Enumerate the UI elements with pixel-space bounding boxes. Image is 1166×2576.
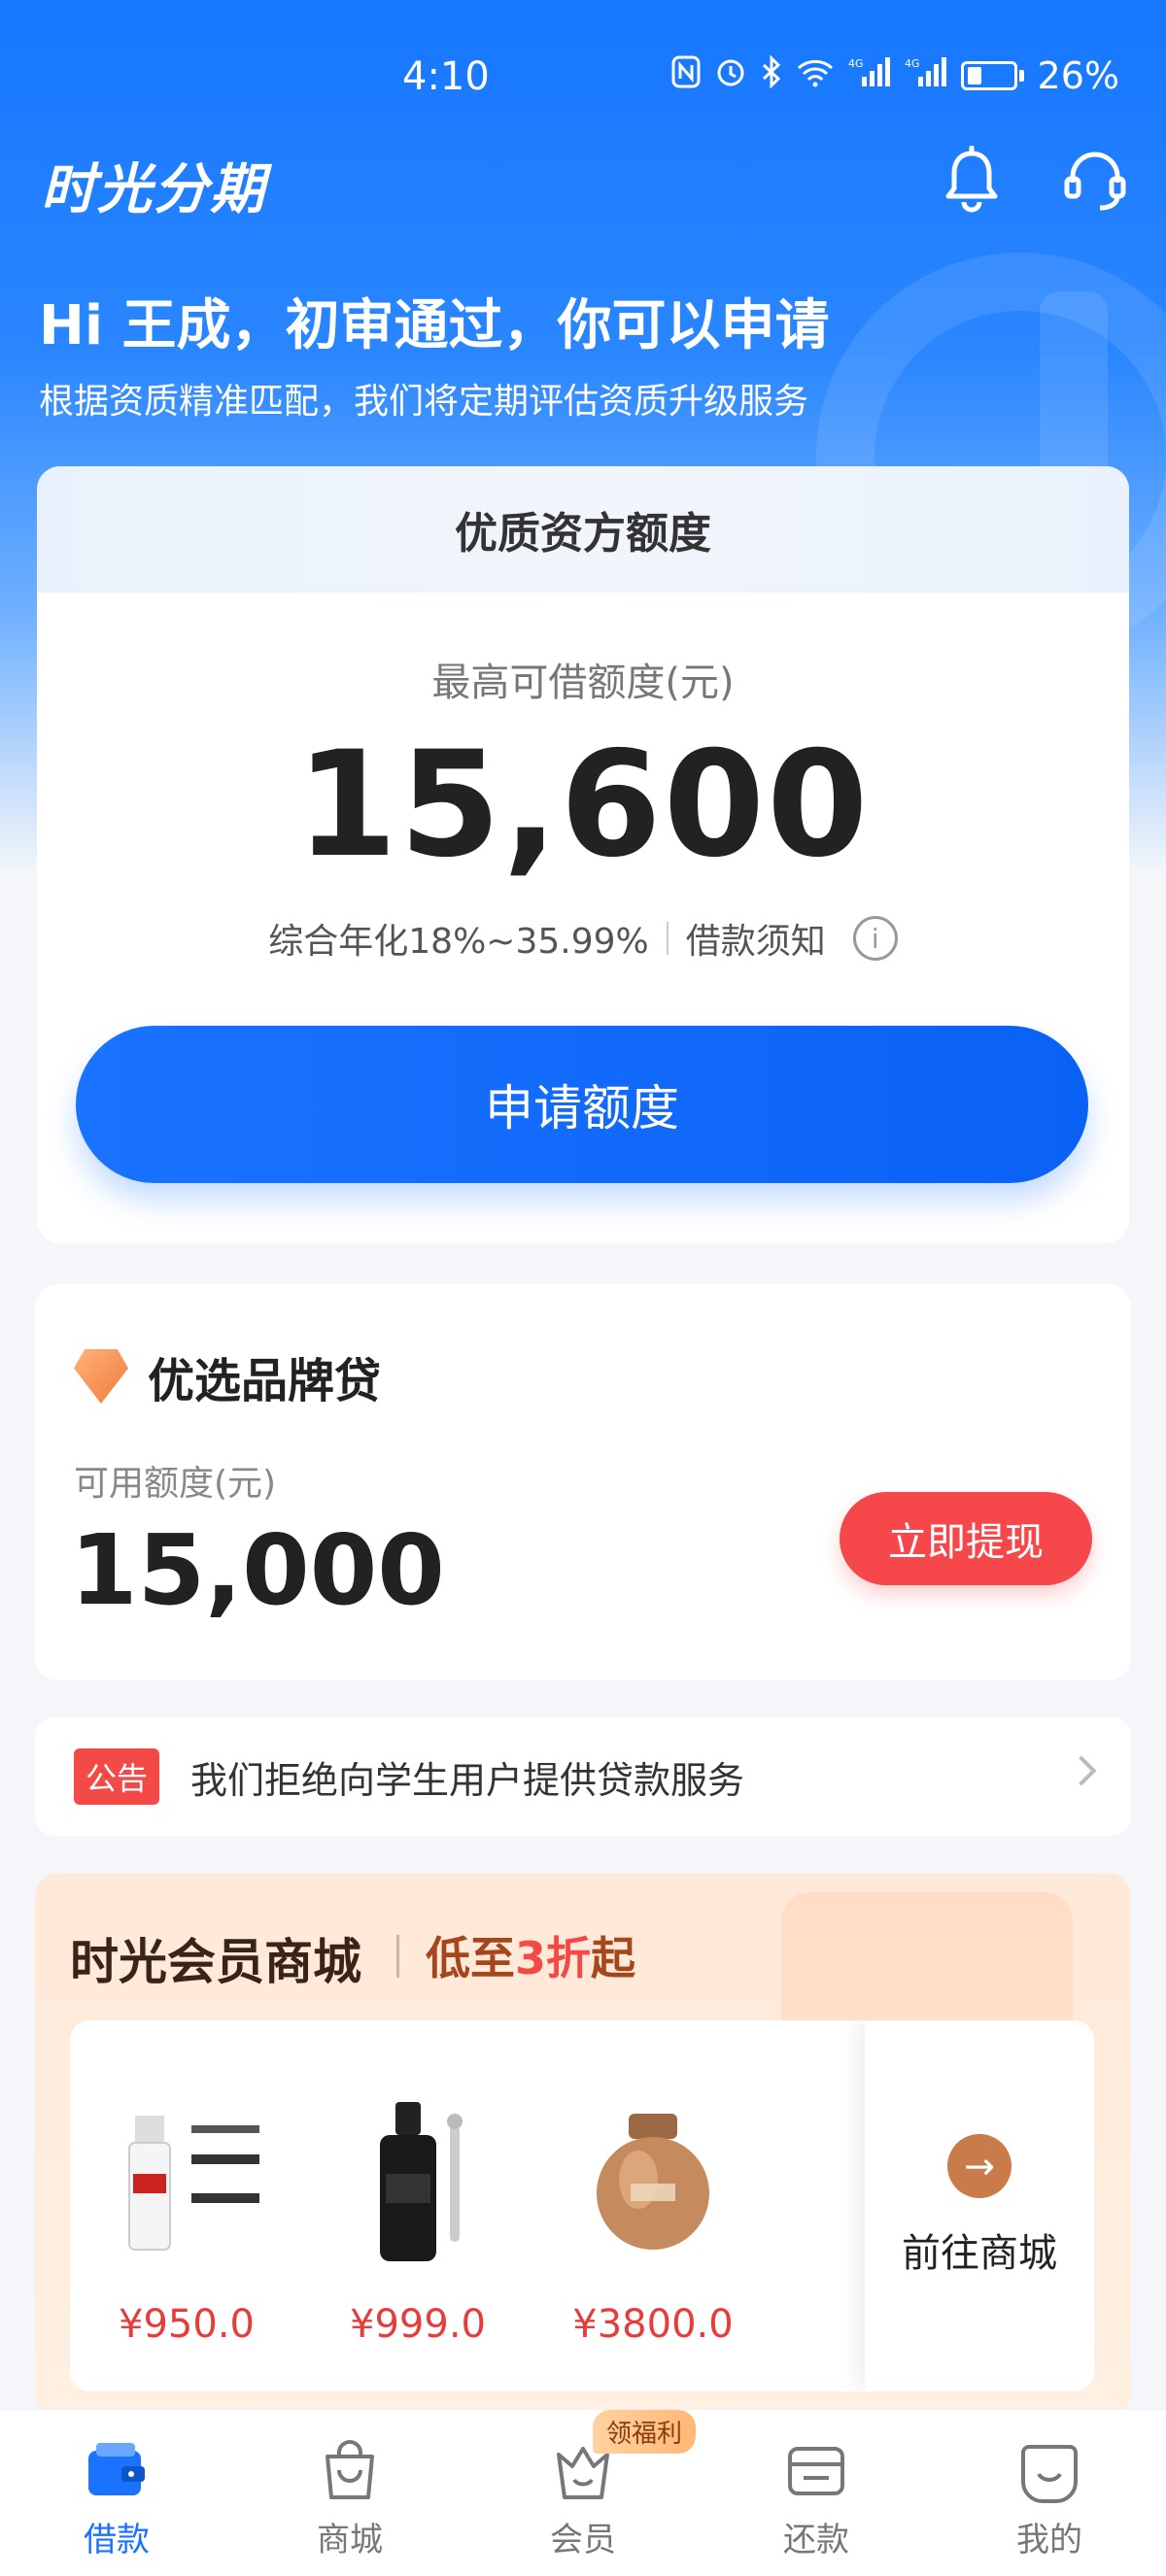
available-quota-amount: 15,000 [70,1513,445,1627]
bell-icon[interactable] [943,145,1001,214]
announcement-badge: 公告 [74,1748,160,1805]
annual-rate-text: 综合年化18%~35.99% [268,922,649,962]
announcement-bar[interactable]: 公告 我们拒绝向学生用户提供贷款服务 [35,1717,1131,1836]
nav-label-mall: 商城 [317,2521,383,2559]
go-to-mall-label: 前往商城 [902,2231,1057,2276]
chevron-right-icon [1066,1755,1097,1786]
alarm-icon [714,55,747,96]
nav-item-mall[interactable]: 商城 [233,2410,466,2576]
quota-card: 优质资方额度 最高可借额度(元) 15,600 综合年化18%~35.99% 借… [37,466,1129,1243]
status-icons: 4G 4G 26% [671,54,1119,97]
announcement-text: 我们拒绝向学生用户提供贷款服务 [190,1758,745,1802]
repay-card-icon [782,2439,850,2503]
product-price: ¥950.0 [119,2302,255,2347]
product-item[interactable]: ¥3800.0 [536,2020,770,2391]
product-image-cream [561,2086,745,2271]
app-title: 时光分期 [41,158,266,221]
greeting-title: Hi 王成，初审通过，你可以申请 [39,294,830,357]
shopping-bag-icon [316,2439,384,2503]
nav-label-member: 会员 [550,2521,616,2559]
mall-divider [396,1935,399,1978]
mall-promo: 低至3折起 [426,1923,635,1987]
bottom-navigation: 借款 商城 领福利 会员 还款 我的 [0,2409,1166,2576]
brand-loan-title: 优选品牌贷 [148,1354,382,1408]
nav-label-repay: 还款 [783,2521,849,2559]
nfc-icon [671,55,701,96]
mall-promo-highlight: 3折 [515,1932,592,1984]
brand-loan-card: 优选品牌贷 可用额度(元) 15,000 立即提现 [35,1284,1131,1680]
arrow-right-icon: → [947,2134,1012,2198]
svg-text:4G: 4G [848,57,864,70]
status-time: 4:10 [402,54,490,99]
wifi-icon [796,56,835,95]
go-to-mall-button[interactable]: → 前往商城 [865,2020,1094,2391]
info-icon[interactable]: i [852,916,898,961]
nav-item-member[interactable]: 领福利 会员 [466,2410,700,2576]
product-item[interactable]: ¥999.0 [301,2020,534,2391]
member-mall-section: 时光会员商城 低至3折起 ¥950.0 ¥999.0 ¥3800.0 → 前往商… [35,1873,1131,2417]
quota-card-header: 优质资方额度 [37,466,1129,593]
nav-item-repay[interactable]: 还款 [700,2410,933,2576]
member-welfare-badge: 领福利 [593,2410,697,2454]
quota-info-row: 综合年化18%~35.99% 借款须知 i [37,913,1129,964]
signal-4g-icon: 4G [848,55,891,96]
diamond-icon [74,1349,128,1404]
divider [666,922,669,955]
mall-promo-prefix: 低至 [426,1932,515,1984]
battery-icon [960,61,1017,90]
bluetooth-icon [761,54,782,96]
status-bar: 4:10 4G 4G 26% [0,0,1166,155]
nav-item-loan[interactable]: 借款 [0,2410,233,2576]
customer-service-icon[interactable] [1063,146,1127,214]
max-quota-label: 最高可借额度(元) [431,661,735,705]
max-quota-amount: 15,600 [295,721,871,890]
available-quota-label: 可用额度(元) [74,1464,277,1504]
product-panel: ¥950.0 ¥999.0 ¥3800.0 → 前往商城 [70,2020,1094,2391]
greeting-subtitle: 根据资质精准匹配，我们将定期评估资质升级服务 [39,382,809,422]
nav-label-loan: 借款 [84,2521,150,2559]
nav-item-mine[interactable]: 我的 [933,2410,1166,2576]
mall-promo-suffix: 起 [591,1932,636,1984]
svg-text:4G: 4G [905,57,920,70]
battery-cap [1018,70,1024,82]
product-price: ¥999.0 [350,2302,486,2347]
battery-percent: 26% [1037,54,1119,97]
product-image-essence [94,2086,279,2271]
apply-quota-button[interactable]: 申请额度 [76,1026,1088,1183]
withdraw-now-button[interactable]: 立即提现 [840,1492,1092,1585]
profile-icon [1015,2439,1083,2503]
product-item[interactable]: ¥950.0 [70,2020,303,2391]
product-price: ¥3800.0 [572,2302,734,2347]
mall-title: 时光会员商城 [70,1934,361,1990]
nav-label-mine: 我的 [1016,2521,1082,2559]
loan-notice-link[interactable]: 借款须知 [686,913,826,964]
product-image-serum [326,2086,510,2271]
brand-loan-title-row: 优选品牌贷 [74,1342,381,1410]
wallet-icon [83,2439,151,2503]
signal-4g-icon-2: 4G [905,55,947,96]
